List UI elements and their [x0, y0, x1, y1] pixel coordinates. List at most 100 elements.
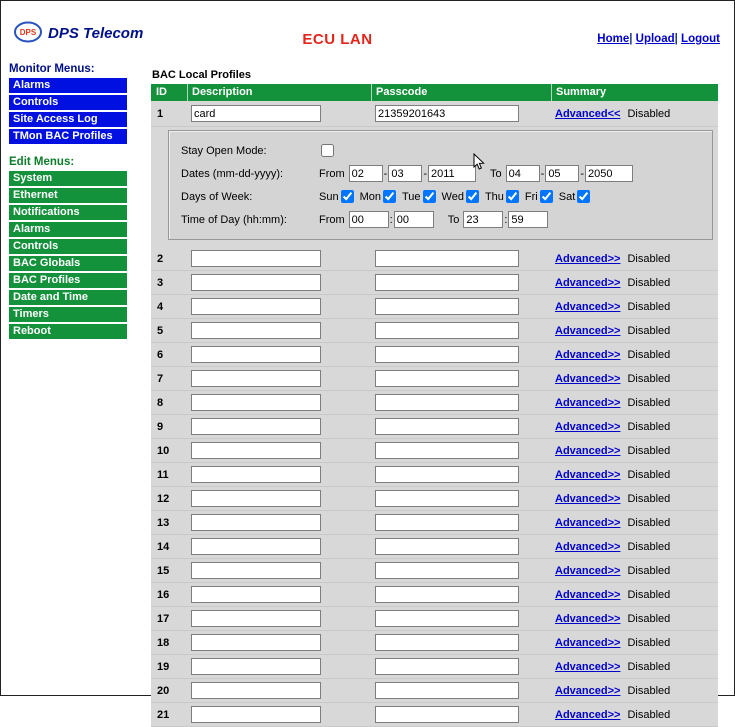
- passcode-input[interactable]: [375, 634, 519, 651]
- passcode-input[interactable]: [375, 418, 519, 435]
- date-from-day-input[interactable]: [388, 165, 422, 182]
- description-input[interactable]: [191, 682, 321, 699]
- passcode-input[interactable]: [375, 105, 519, 122]
- passcode-input[interactable]: [375, 586, 519, 603]
- advanced-link[interactable]: Advanced>>: [555, 565, 620, 577]
- description-input[interactable]: [191, 346, 321, 363]
- day-checkbox-sat[interactable]: [577, 190, 590, 203]
- advanced-link[interactable]: Advanced>>: [555, 661, 620, 673]
- passcode-input[interactable]: [375, 610, 519, 627]
- passcode-input[interactable]: [375, 706, 519, 723]
- passcode-input[interactable]: [375, 370, 519, 387]
- stay-open-checkbox[interactable]: [321, 144, 334, 157]
- day-checkbox-thu[interactable]: [506, 190, 519, 203]
- description-input[interactable]: [191, 418, 321, 435]
- advanced-link[interactable]: Advanced>>: [555, 709, 620, 721]
- advanced-link[interactable]: Advanced>>: [555, 541, 620, 553]
- passcode-input[interactable]: [375, 562, 519, 579]
- description-input[interactable]: [191, 466, 321, 483]
- advanced-link[interactable]: Advanced>>: [555, 325, 620, 337]
- description-input[interactable]: [191, 274, 321, 291]
- advanced-link[interactable]: Advanced>>: [555, 397, 620, 409]
- sidebar-item-notifications[interactable]: Notifications: [9, 205, 127, 220]
- description-input[interactable]: [191, 298, 321, 315]
- description-input[interactable]: [191, 538, 321, 555]
- advanced-link[interactable]: Advanced>>: [555, 493, 620, 505]
- sidebar-item-controls[interactable]: Controls: [9, 239, 127, 254]
- passcode-input[interactable]: [375, 274, 519, 291]
- sidebar-item-alarms[interactable]: Alarms: [9, 222, 127, 237]
- sidebar-item-tmon-bac-profiles[interactable]: TMon BAC Profiles: [9, 129, 127, 144]
- date-from-month-input[interactable]: [349, 165, 383, 182]
- sidebar-item-timers[interactable]: Timers: [9, 307, 127, 322]
- sidebar-item-ethernet[interactable]: Ethernet: [9, 188, 127, 203]
- time-to-minute-input[interactable]: [508, 211, 548, 228]
- passcode-input[interactable]: [375, 514, 519, 531]
- passcode-input[interactable]: [375, 346, 519, 363]
- advanced-link[interactable]: Advanced>>: [555, 469, 620, 481]
- passcode-input[interactable]: [375, 394, 519, 411]
- advanced-link[interactable]: Advanced>>: [555, 277, 620, 289]
- time-from-minute-input[interactable]: [394, 211, 434, 228]
- passcode-input[interactable]: [375, 682, 519, 699]
- sidebar-item-reboot[interactable]: Reboot: [9, 324, 127, 339]
- day-checkbox-fri[interactable]: [540, 190, 553, 203]
- date-to-day-input[interactable]: [545, 165, 579, 182]
- day-checkbox-tue[interactable]: [423, 190, 436, 203]
- description-input[interactable]: [191, 562, 321, 579]
- day-checkbox-mon[interactable]: [383, 190, 396, 203]
- date-to-year-input[interactable]: [585, 165, 633, 182]
- advanced-link[interactable]: Advanced>>: [555, 373, 620, 385]
- time-from-hour-input[interactable]: [349, 211, 389, 228]
- day-checkbox-sun[interactable]: [341, 190, 354, 203]
- description-input[interactable]: [191, 586, 321, 603]
- advanced-link[interactable]: Advanced>>: [555, 349, 620, 361]
- row-status: Disabled: [627, 589, 670, 601]
- description-input[interactable]: [191, 658, 321, 675]
- nav-link-upload[interactable]: Upload: [636, 33, 675, 45]
- passcode-input[interactable]: [375, 250, 519, 267]
- passcode-input[interactable]: [375, 442, 519, 459]
- advanced-link[interactable]: Advanced>>: [555, 613, 620, 625]
- advanced-link[interactable]: Advanced>>: [555, 589, 620, 601]
- nav-link-home[interactable]: Home: [597, 33, 629, 45]
- description-input[interactable]: [191, 490, 321, 507]
- passcode-input[interactable]: [375, 298, 519, 315]
- passcode-input[interactable]: [375, 466, 519, 483]
- sidebar-item-system[interactable]: System: [9, 171, 127, 186]
- sidebar-item-site-access-log[interactable]: Site Access Log: [9, 112, 127, 127]
- date-from-year-input[interactable]: [428, 165, 476, 182]
- advanced-link[interactable]: Advanced>>: [555, 421, 620, 433]
- nav-link-logout[interactable]: Logout: [681, 33, 720, 45]
- description-input[interactable]: [191, 370, 321, 387]
- passcode-input[interactable]: [375, 490, 519, 507]
- sidebar-item-date-and-time[interactable]: Date and Time: [9, 290, 127, 305]
- advanced-link[interactable]: Advanced>>: [555, 685, 620, 697]
- description-input[interactable]: [191, 514, 321, 531]
- sidebar-item-bac-profiles[interactable]: BAC Profiles: [9, 273, 127, 288]
- advanced-link[interactable]: Advanced>>: [555, 445, 620, 457]
- description-input[interactable]: [191, 105, 321, 122]
- passcode-input[interactable]: [375, 658, 519, 675]
- description-input[interactable]: [191, 250, 321, 267]
- description-input[interactable]: [191, 322, 321, 339]
- advanced-link[interactable]: Advanced>>: [555, 637, 620, 649]
- description-input[interactable]: [191, 394, 321, 411]
- passcode-input[interactable]: [375, 538, 519, 555]
- description-input[interactable]: [191, 610, 321, 627]
- date-to-month-input[interactable]: [506, 165, 540, 182]
- sidebar-item-controls[interactable]: Controls: [9, 95, 127, 110]
- advanced-link[interactable]: Advanced>>: [555, 517, 620, 529]
- advanced-link[interactable]: Advanced>>: [555, 253, 620, 265]
- time-to-hour-input[interactable]: [463, 211, 503, 228]
- description-input[interactable]: [191, 706, 321, 723]
- advanced-link[interactable]: Advanced<<: [555, 108, 620, 120]
- description-input[interactable]: [191, 634, 321, 651]
- sidebar-item-alarms[interactable]: Alarms: [9, 78, 127, 93]
- table-row: 11 Advanced>> Disabled: [151, 463, 718, 487]
- passcode-input[interactable]: [375, 322, 519, 339]
- description-input[interactable]: [191, 442, 321, 459]
- sidebar-item-bac-globals[interactable]: BAC Globals: [9, 256, 127, 271]
- advanced-link[interactable]: Advanced>>: [555, 301, 620, 313]
- day-checkbox-wed[interactable]: [466, 190, 479, 203]
